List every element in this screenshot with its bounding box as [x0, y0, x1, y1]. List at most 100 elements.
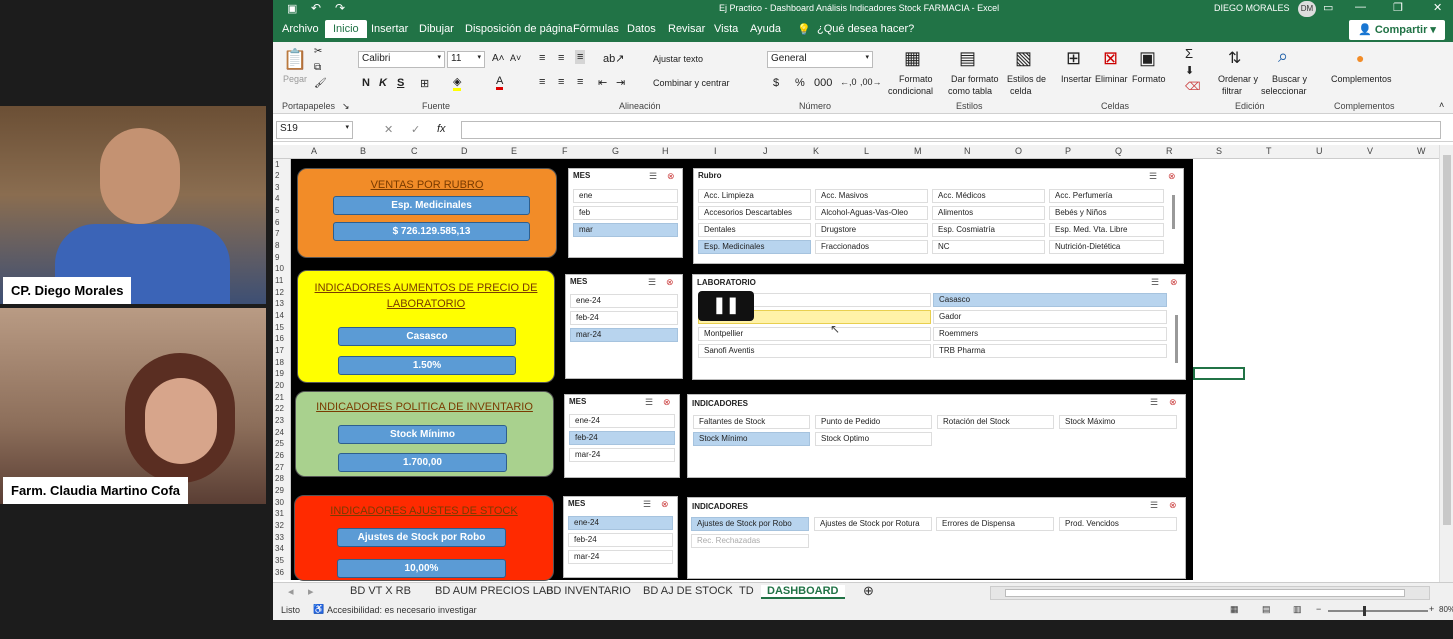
col-k[interactable]: K [813, 146, 819, 156]
col-q[interactable]: Q [1115, 146, 1122, 156]
sort-filter-label-1[interactable]: Ordenar y [1218, 74, 1258, 84]
col-b[interactable]: B [360, 146, 366, 156]
grow-font-icon[interactable]: A˄ [492, 53, 505, 64]
slicer-item[interactable]: Esp. Cosmiatría [932, 223, 1045, 237]
row-10[interactable]: 10 [275, 264, 284, 273]
shrink-font-icon[interactable]: A˅ [510, 53, 521, 63]
col-c[interactable]: C [411, 146, 418, 156]
multi-select-icon[interactable]: ☰ [1150, 500, 1158, 511]
restore-icon[interactable]: ❐ [1393, 1, 1403, 14]
bold-icon[interactable]: N [362, 77, 370, 89]
autosum-icon[interactable]: Σ [1185, 46, 1193, 61]
row-18[interactable]: 18 [275, 358, 284, 367]
col-m[interactable]: M [914, 146, 922, 156]
row-15[interactable]: 15 [275, 323, 284, 332]
minimize-icon[interactable]: — [1355, 1, 1366, 13]
increase-indent-icon[interactable]: ⇥ [616, 76, 625, 89]
save-icon[interactable]: ▣ [287, 2, 297, 15]
zoom-slider-thumb[interactable] [1363, 606, 1366, 616]
page-layout-icon[interactable]: ▤ [1262, 604, 1271, 615]
cut-icon[interactable]: ✂ [314, 46, 322, 57]
selected-cell[interactable] [1193, 367, 1245, 380]
slicer-item[interactable]: feb-24 [569, 431, 675, 445]
tell-me-search[interactable]: ¿Qué desea hacer? [817, 23, 914, 35]
multi-select-icon[interactable]: ☰ [643, 499, 651, 510]
row-27[interactable]: 27 [275, 463, 284, 472]
cell-styles-label-1[interactable]: Estilos de [1007, 74, 1046, 84]
accessibility-icon[interactable]: ♿ [313, 604, 324, 615]
col-p[interactable]: P [1065, 146, 1071, 156]
paste-icon[interactable]: 📋 [283, 45, 308, 73]
slicer-item[interactable]: feb [573, 206, 678, 220]
slicer-item[interactable]: Ajustes de Stock por Rotura [814, 517, 932, 531]
clear-filter-icon[interactable]: ⊗ [666, 277, 674, 288]
tab-ayuda[interactable]: Ayuda [750, 23, 781, 35]
scrollbar-thumb[interactable] [1005, 589, 1405, 597]
tab-insertar[interactable]: Insertar [371, 23, 408, 35]
multi-select-icon[interactable]: ☰ [648, 277, 656, 288]
slicer-item[interactable]: Sanofi Aventis [698, 344, 931, 358]
tab-inicio[interactable]: Inicio [325, 20, 367, 38]
slicer-item[interactable]: ene-24 [569, 414, 675, 428]
normal-view-icon[interactable]: ▦ [1230, 604, 1239, 615]
paste-label[interactable]: Pegar [283, 74, 307, 84]
slicer-item[interactable]: Accesorios Descartables [698, 206, 811, 220]
col-i[interactable]: I [714, 146, 717, 156]
col-r[interactable]: R [1166, 146, 1173, 156]
find-select-label-1[interactable]: Buscar y [1272, 74, 1307, 84]
slicer-item[interactable]: Acc. Médicos [932, 189, 1045, 203]
slicer-item[interactable]: Rotación del Stock [937, 415, 1054, 429]
slicer-item[interactable]: Alcohol-Aguas-Vas-Oleo [815, 206, 928, 220]
row-14[interactable]: 14 [275, 311, 284, 320]
row-2[interactable]: 2 [275, 171, 279, 180]
col-d[interactable]: D [461, 146, 468, 156]
col-g[interactable]: G [612, 146, 619, 156]
cell-styles-label-2[interactable]: celda [1010, 86, 1032, 96]
col-s[interactable]: S [1216, 146, 1222, 156]
add-sheet-icon[interactable]: ⊕ [863, 583, 874, 599]
row-34[interactable]: 34 [275, 544, 284, 553]
copy-icon[interactable]: ⧉ [314, 62, 321, 73]
tab-archivo[interactable]: Archivo [282, 23, 319, 35]
font-color-icon[interactable]: A [496, 75, 504, 90]
col-v[interactable]: V [1367, 146, 1373, 156]
row-11[interactable]: 11 [275, 276, 283, 285]
cancel-icon[interactable]: ✕ [384, 123, 393, 136]
slicer-item[interactable]: Alimentos [932, 206, 1045, 220]
col-w[interactable]: W [1417, 146, 1426, 156]
undo-icon[interactable]: ↶ [311, 1, 321, 15]
row-23[interactable]: 23 [275, 416, 284, 425]
slicer-item[interactable]: NC [932, 240, 1045, 254]
row-31[interactable]: 31 [275, 509, 284, 518]
row-7[interactable]: 7 [275, 229, 279, 238]
slicer-item[interactable]: Casasco [933, 293, 1167, 307]
font-name-select[interactable]: Calibri ▾ [358, 51, 445, 68]
redo-icon[interactable]: ↷ [335, 1, 345, 15]
row-21[interactable]: 21 [275, 393, 284, 402]
row-9[interactable]: 9 [275, 253, 279, 262]
row-13[interactable]: 13 [275, 299, 284, 308]
fill-icon[interactable]: ⬇ [1185, 64, 1194, 77]
slicer-scrollbar[interactable] [1175, 315, 1178, 363]
sheet-tab-bd-vt[interactable]: BD VT X RB [350, 585, 411, 597]
multi-select-icon[interactable]: ☰ [1151, 277, 1159, 288]
row-29[interactable]: 29 [275, 486, 284, 495]
slicer-item[interactable]: Roemmers [933, 327, 1167, 341]
slicer-item[interactable]: Acc. Perfumería [1049, 189, 1164, 203]
row-22[interactable]: 22 [275, 404, 284, 413]
horizontal-scrollbar[interactable] [990, 586, 1430, 600]
slicer-item[interactable]: Punto de Pedido [815, 415, 932, 429]
row-6[interactable]: 6 [275, 218, 279, 227]
format-cells-label[interactable]: Formato [1132, 74, 1166, 84]
align-top-icon[interactable]: ≡ [539, 52, 545, 64]
align-left-icon[interactable]: ≡ [539, 76, 545, 88]
row-12[interactable]: 12 [275, 288, 284, 297]
name-box[interactable]: S19 ▾ [276, 121, 353, 139]
align-center-icon[interactable]: ≡ [558, 76, 564, 88]
clear-filter-icon[interactable]: ⊗ [663, 397, 671, 408]
sort-filter-label-2[interactable]: filtrar [1222, 86, 1242, 96]
row-25[interactable]: 25 [275, 439, 284, 448]
cell-styles-icon[interactable]: ▧ [1015, 48, 1032, 69]
slicer-item[interactable]: Stock Optimo [815, 432, 932, 446]
row-19[interactable]: 19 [275, 369, 284, 378]
